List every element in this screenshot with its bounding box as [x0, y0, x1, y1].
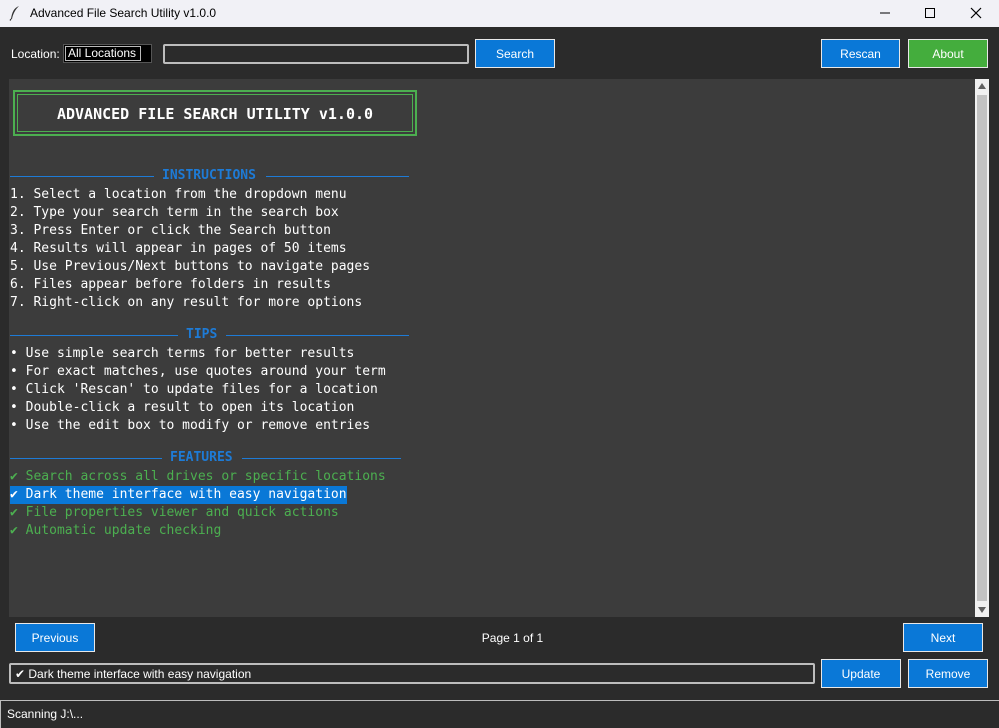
location-label: Location:	[11, 47, 60, 61]
features-heading: FEATURES	[10, 450, 410, 468]
tip-line: • For exact matches, use quotes around y…	[10, 364, 386, 379]
divider	[226, 335, 409, 336]
toolbar: Location: All Locations Search Rescan Ab…	[0, 27, 999, 79]
minimize-icon	[880, 12, 890, 14]
close-button[interactable]	[953, 0, 999, 27]
instruction-line: 3. Press Enter or click the Search butto…	[10, 223, 331, 238]
divider	[10, 335, 178, 336]
tip-line: • Use simple search terms for better res…	[10, 346, 355, 361]
feature-line[interactable]: ✔ Automatic update checking	[10, 522, 221, 540]
search-input[interactable]	[163, 44, 469, 64]
location-dropdown[interactable]: All Locations	[63, 44, 152, 63]
search-button[interactable]: Search	[475, 39, 555, 68]
status-text: Scanning J:\...	[7, 707, 84, 721]
tip-line: • Use the edit box to modify or remove e…	[10, 418, 371, 433]
instruction-line: 6. Files appear before folders in result…	[10, 277, 331, 292]
results-text-area[interactable]: ADVANCED FILE SEARCH UTILITY v1.0.0 INST…	[9, 79, 975, 617]
about-button[interactable]: About	[908, 39, 988, 68]
feature-line[interactable]: ✔ Search across all drives or specific l…	[10, 468, 386, 486]
divider	[10, 458, 162, 459]
instruction-line: 1. Select a location from the dropdown m…	[10, 187, 347, 202]
divider	[266, 176, 409, 177]
divider	[242, 458, 401, 459]
maximize-icon	[925, 8, 935, 18]
remove-button[interactable]: Remove	[908, 659, 988, 688]
feature-line-selected[interactable]: ✔ Dark theme interface with easy navigat…	[10, 486, 347, 504]
instruction-line: 4. Results will appear in pages of 50 it…	[10, 241, 347, 256]
feather-icon	[9, 6, 19, 21]
tip-line: • Click 'Rescan' to update files for a l…	[10, 382, 378, 397]
edit-entry-input[interactable]	[9, 663, 815, 684]
tip-line: • Double-click a result to open its loca…	[10, 400, 355, 415]
app-banner: ADVANCED FILE SEARCH UTILITY v1.0.0	[13, 90, 417, 136]
banner-title: ADVANCED FILE SEARCH UTILITY v1.0.0	[17, 94, 413, 132]
page-indicator: Page 1 of 1	[481, 631, 544, 645]
tips-heading-label: TIPS	[186, 327, 218, 342]
next-button[interactable]: Next	[903, 623, 983, 652]
minimize-button[interactable]	[862, 0, 908, 27]
maximize-button[interactable]	[907, 0, 953, 27]
features-heading-label: FEATURES	[170, 450, 233, 465]
instruction-line: 2. Type your search term in the search b…	[10, 205, 339, 220]
previous-button[interactable]: Previous	[15, 623, 95, 652]
window-title: Advanced File Search Utility v1.0.0	[30, 6, 217, 20]
tips-heading: TIPS	[10, 327, 410, 345]
rescan-button[interactable]: Rescan	[821, 39, 900, 68]
scroll-down-arrow-icon[interactable]	[978, 607, 986, 613]
divider	[10, 176, 154, 177]
instructions-heading: INSTRUCTIONS	[10, 168, 410, 186]
close-icon	[970, 7, 982, 19]
scroll-up-arrow-icon[interactable]	[978, 83, 986, 89]
instruction-line: 5. Use Previous/Next buttons to navigate…	[10, 259, 371, 274]
feature-line[interactable]: ✔ File properties viewer and quick actio…	[10, 504, 339, 522]
status-bar: Scanning J:\...	[0, 700, 999, 728]
update-button[interactable]: Update	[821, 659, 901, 688]
vertical-scrollbar[interactable]	[975, 79, 989, 617]
scrollbar-thumb[interactable]	[977, 95, 987, 601]
instruction-line: 7. Right-click on any result for more op…	[10, 295, 363, 310]
title-bar: Advanced File Search Utility v1.0.0	[0, 0, 999, 27]
location-dropdown-value: All Locations	[65, 46, 141, 61]
instructions-heading-label: INSTRUCTIONS	[162, 168, 256, 183]
